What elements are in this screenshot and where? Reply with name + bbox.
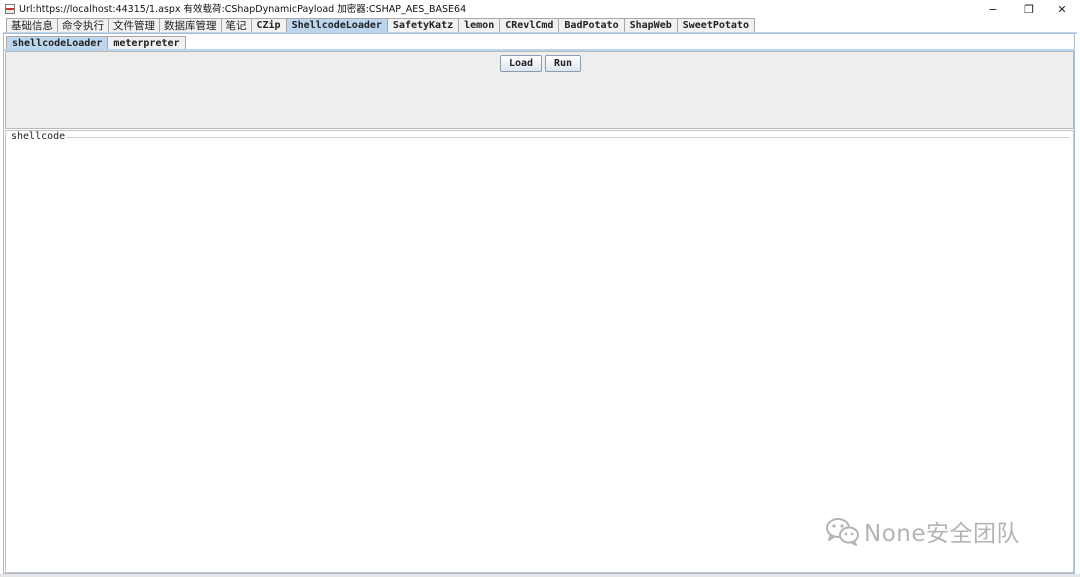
shellcode-panel: shellcode bbox=[5, 130, 1074, 573]
tab-basic-info[interactable]: 基础信息 bbox=[6, 18, 58, 33]
tab-sweetpotato[interactable]: SweetPotato bbox=[676, 18, 755, 33]
app-window: Url:https://localhost:44315/1.aspx 有效载荷:… bbox=[0, 0, 1080, 577]
tab-badpotato[interactable]: BadPotato bbox=[558, 18, 625, 33]
tab-shapweb[interactable]: ShapWeb bbox=[623, 18, 678, 33]
java-app-icon bbox=[5, 4, 15, 14]
shellcode-textarea[interactable] bbox=[12, 145, 1064, 565]
tab-czip[interactable]: CZip bbox=[250, 18, 287, 33]
tab-shellcodeloader[interactable]: ShellcodeLoader bbox=[285, 18, 388, 33]
subtab-shellcodeloader[interactable]: shellcodeLoader bbox=[6, 36, 109, 50]
close-button[interactable]: ✕ bbox=[1045, 0, 1079, 19]
run-button[interactable]: Run bbox=[545, 55, 581, 72]
tab-crevlcmd[interactable]: CRevlCmd bbox=[499, 18, 560, 33]
wechat-icon bbox=[826, 518, 859, 546]
watermark: None安全团队 bbox=[824, 514, 1020, 548]
tab-command-exec[interactable]: 命令执行 bbox=[57, 18, 109, 33]
maximize-button[interactable]: ❐ bbox=[1012, 0, 1046, 19]
title-bar: Url:https://localhost:44315/1.aspx 有效载荷:… bbox=[0, 0, 1080, 19]
window-title: Url:https://localhost:44315/1.aspx 有效载荷:… bbox=[19, 4, 467, 15]
action-button-panel: Load Run bbox=[5, 51, 1074, 129]
subtab-meterpreter[interactable]: meterpreter bbox=[107, 36, 186, 50]
minimize-button[interactable]: − bbox=[976, 0, 1010, 19]
tab-file-manager[interactable]: 文件管理 bbox=[108, 18, 160, 33]
tab-lemon[interactable]: lemon bbox=[458, 18, 501, 33]
watermark-text: None安全团队 bbox=[864, 521, 1021, 547]
main-tab-bar: 基础信息 命令执行 文件管理 数据库管理 笔记 CZip ShellcodeLo… bbox=[6, 18, 755, 33]
load-button[interactable]: Load bbox=[500, 55, 542, 72]
tab-safetykatz[interactable]: SafetyKatz bbox=[386, 18, 460, 33]
tab-notes[interactable]: 笔记 bbox=[220, 18, 252, 33]
sub-tab-bar: shellcodeLoader meterpreter bbox=[6, 36, 186, 50]
shellcode-label: shellcode bbox=[10, 131, 68, 142]
tab-database-manager[interactable]: 数据库管理 bbox=[159, 18, 222, 33]
